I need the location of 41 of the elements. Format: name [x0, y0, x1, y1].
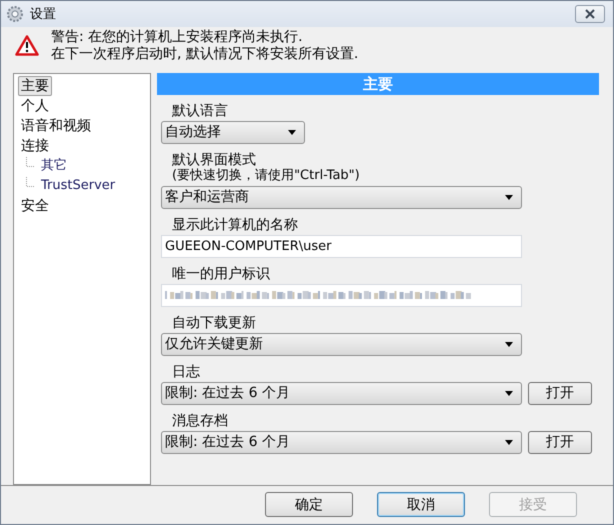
- input-field[interactable]: GUEEON-COMPUTER\user: [161, 234, 522, 258]
- caret-icon: [288, 130, 296, 135]
- open-button[interactable]: 打开: [528, 430, 592, 454]
- tree-line-icon: [26, 176, 35, 187]
- field-label: 日志: [171, 364, 201, 380]
- field-hint: (要快速切换，请使用"Ctrl-Tab"): [171, 168, 361, 184]
- warning-icon: [15, 35, 39, 56]
- close-button[interactable]: [575, 4, 605, 23]
- sidebar-item[interactable]: 个人: [18, 96, 52, 116]
- sidebar-item[interactable]: 主要: [18, 76, 52, 96]
- sidebar-item[interactable]: 安全: [18, 196, 52, 216]
- field-label: 自动下载更新: [171, 314, 257, 331]
- warning-text: 在下一次程序启动时, 默认情况下将安装所有设置.: [51, 46, 358, 63]
- panel-header: 主要: [157, 72, 599, 95]
- sidebar-item[interactable]: 连接: [18, 136, 52, 156]
- tree-line-icon: [26, 156, 35, 167]
- sidebar-item[interactable]: 语音和视频: [18, 116, 94, 136]
- dropdown[interactable]: 限制: 在过去 6 个月: [161, 430, 522, 454]
- dropdown[interactable]: 自动选择: [161, 120, 305, 144]
- field-label: 默认语言: [171, 102, 229, 119]
- field-label: 消息存档: [171, 412, 229, 429]
- close-icon: [584, 8, 596, 19]
- dialog-button[interactable]: 确定: [265, 492, 353, 518]
- caret-icon: [505, 440, 513, 445]
- warning-text: 警告: 在您的计算机上安装程序尚未执行.: [51, 28, 304, 46]
- input-field[interactable]: [161, 284, 522, 307]
- dropdown[interactable]: 限制: 在过去 6 个月: [161, 382, 522, 405]
- open-button[interactable]: 打开: [528, 382, 592, 405]
- field-label: 默认界面模式: [171, 152, 257, 168]
- sidebar-item[interactable]: TrustServer: [38, 176, 118, 196]
- field-label: 显示此计算机的名称: [171, 216, 299, 233]
- caret-icon: [505, 390, 513, 396]
- caret-icon: [505, 194, 513, 200]
- dialog-button[interactable]: 取消: [377, 492, 465, 518]
- dropdown[interactable]: 客户和运营商: [161, 186, 522, 209]
- sidebar-item[interactable]: 其它: [38, 156, 70, 176]
- caret-icon: [505, 342, 513, 347]
- gear-icon: [6, 4, 24, 23]
- field-label: 唯一的用户标识: [171, 266, 271, 282]
- window-title: 设置: [30, 6, 57, 23]
- dropdown[interactable]: 仅允许关键更新: [161, 332, 522, 356]
